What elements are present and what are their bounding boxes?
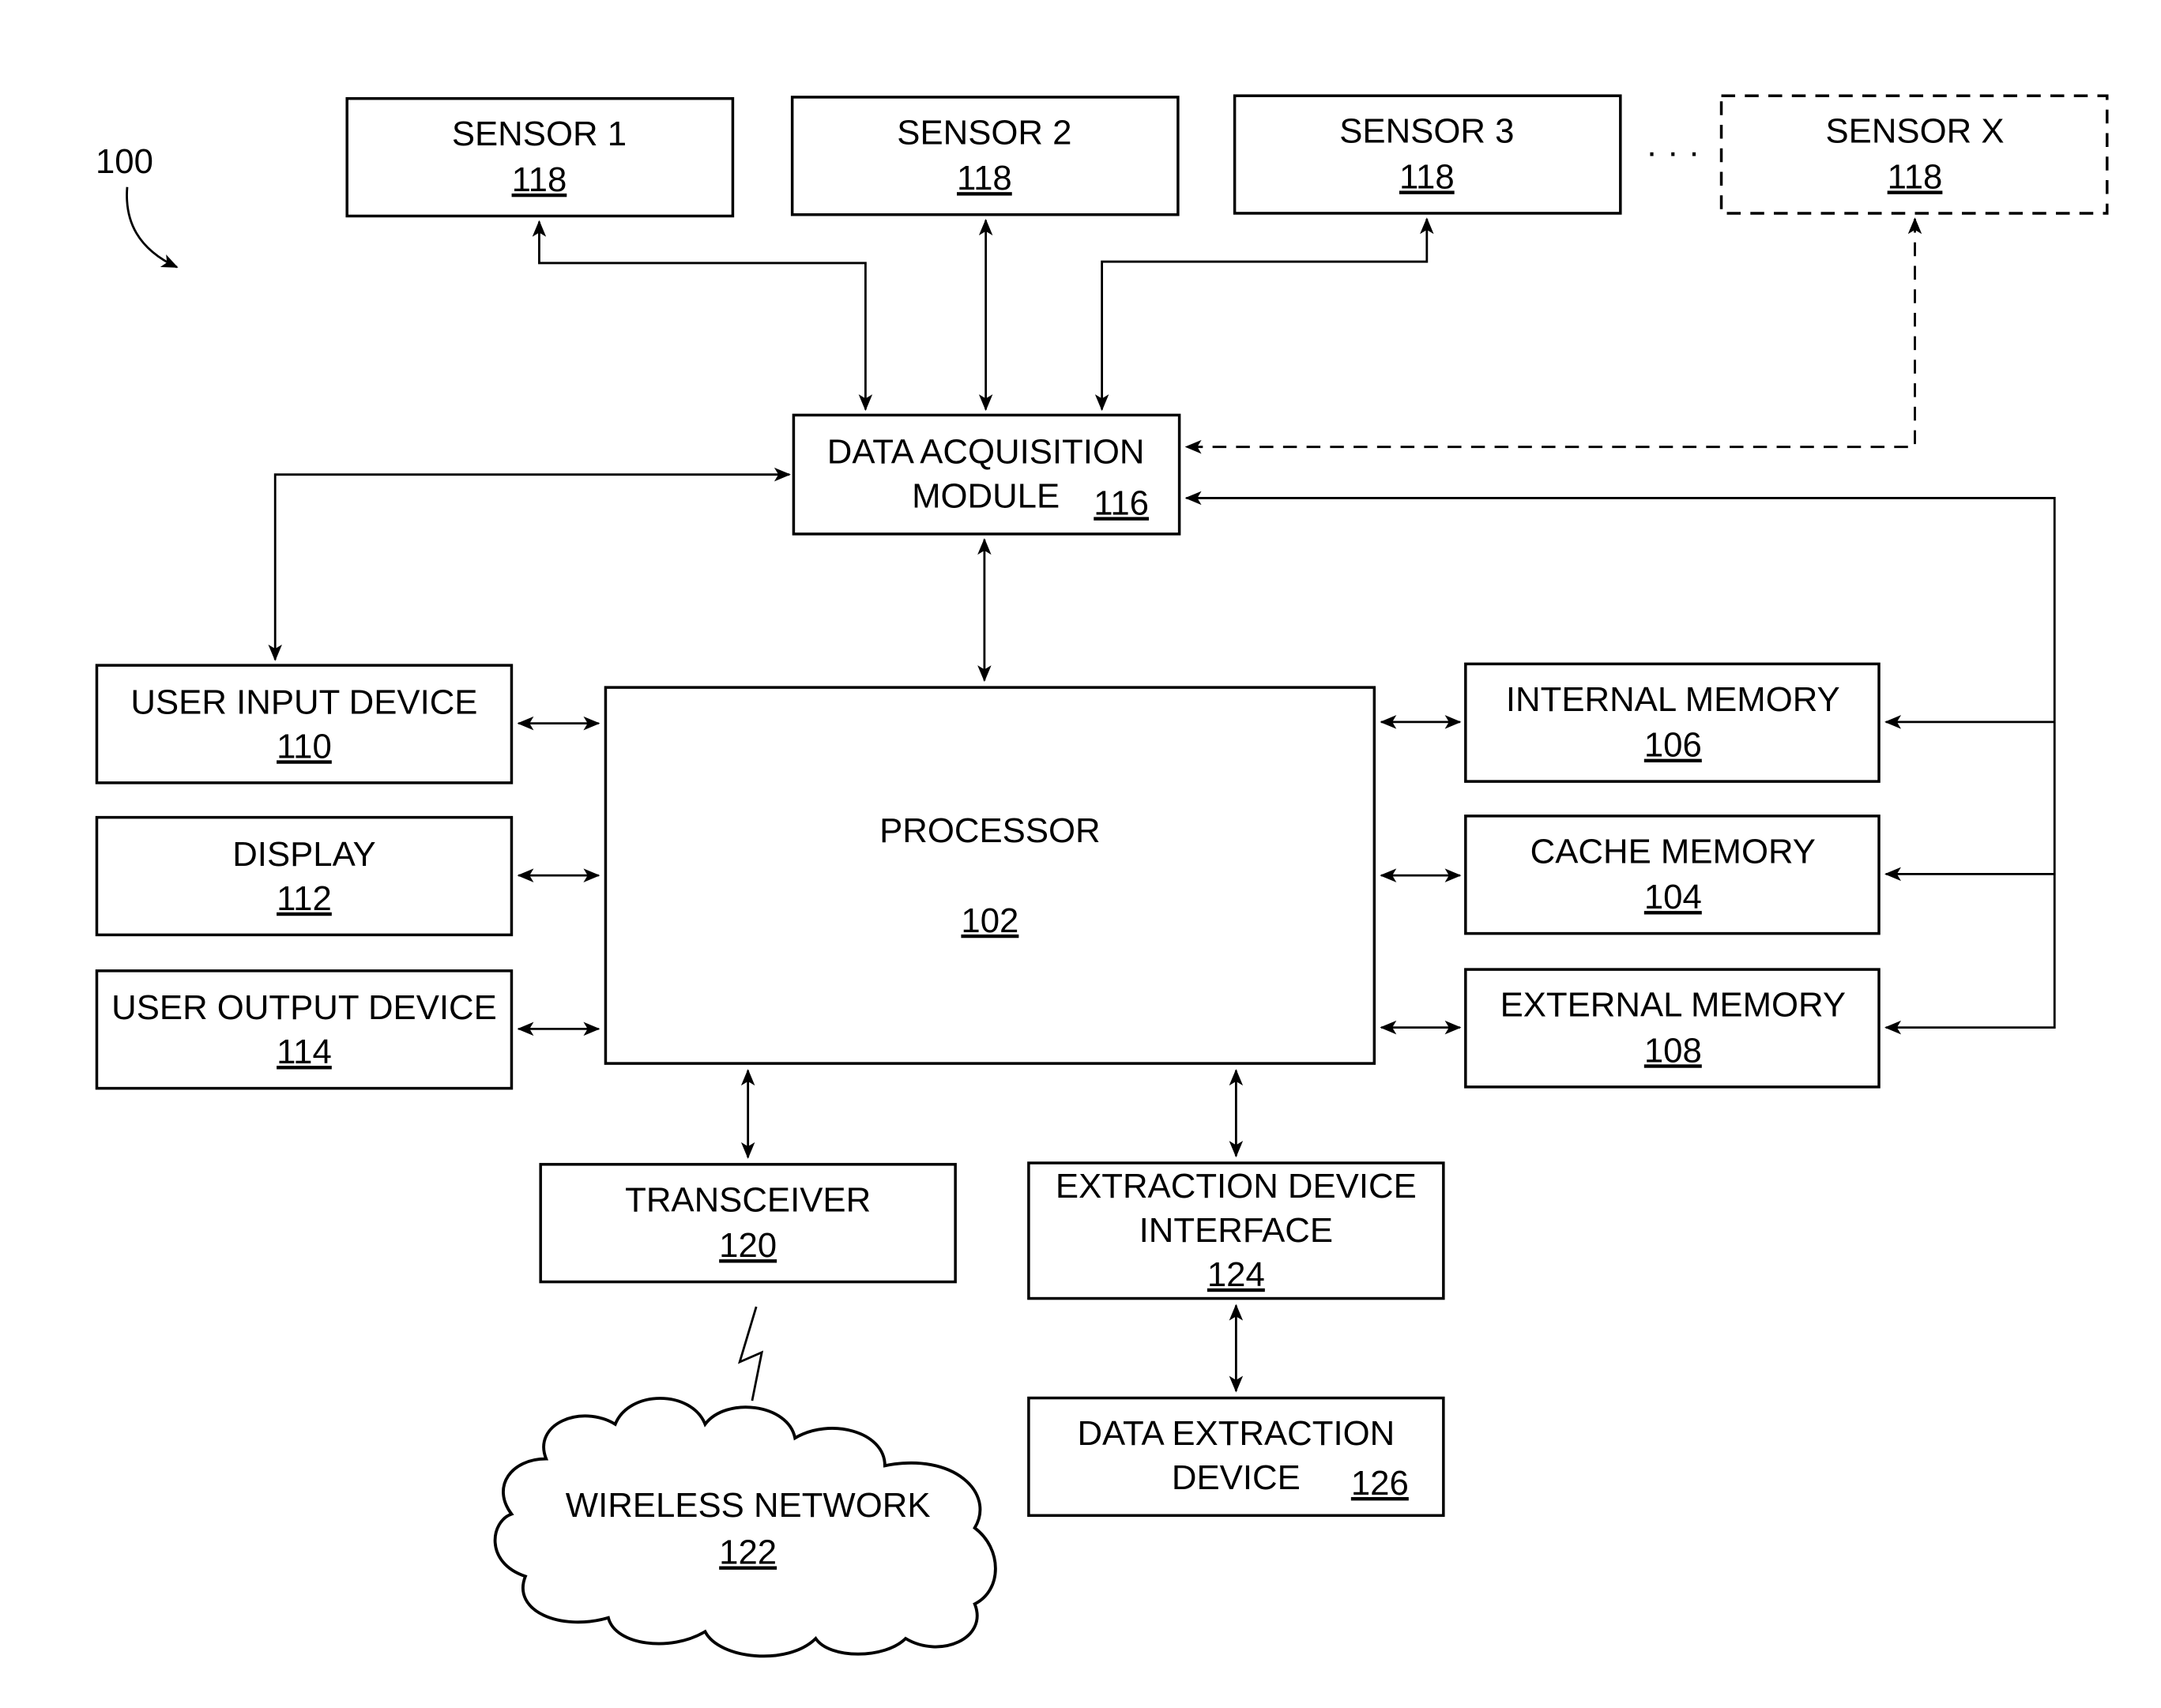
transceiver-label: TRANSCEIVER [625, 1180, 871, 1219]
cache-memory-block: CACHE MEMORY 104 [1464, 814, 1881, 935]
extraction-interface-ref: 124 [1207, 1255, 1265, 1294]
extraction-device-interface-block: EXTRACTION DEVICE INTERFACE 124 [1027, 1161, 1445, 1300]
user-input-device-label: USER INPUT DEVICE [130, 683, 477, 721]
user-output-device-block: USER OUTPUT DEVICE 114 [95, 969, 514, 1090]
wireless-network-cloud: WIRELESS NETWORK 122 [493, 1397, 997, 1658]
cache-memory-label: CACHE MEMORY [1530, 832, 1816, 871]
sensor-3-label: SENSOR 3 [1339, 112, 1514, 151]
user-output-device-ref: 114 [277, 1033, 332, 1071]
internal-memory-ref: 106 [1644, 726, 1702, 765]
wireless-network-label: WIRELESS NETWORK [566, 1486, 931, 1525]
data-extraction-device-ref: 126 [1351, 1464, 1409, 1503]
internal-memory-label: INTERNAL MEMORY [1506, 680, 1840, 719]
figure-reference-label: 100 [96, 142, 153, 181]
user-input-device-block: USER INPUT DEVICE 110 [95, 664, 514, 784]
display-label: DISPLAY [232, 835, 376, 874]
external-memory-ref: 108 [1644, 1031, 1702, 1070]
transceiver-ref: 120 [719, 1226, 777, 1265]
connector-sensor-1 [532, 220, 873, 412]
sensor-1-ref: 118 [512, 160, 567, 199]
sensor-x-ref: 118 [1888, 157, 1943, 196]
internal-memory-block: INTERNAL MEMORY 106 [1464, 662, 1881, 783]
sensor-x-label: SENSOR X [1826, 112, 2005, 151]
sensor-x-block: SENSOR X 118 [1719, 94, 2109, 215]
sensor-2-block: SENSOR 2 118 [790, 96, 1180, 216]
sensor-1-label: SENSOR 1 [452, 115, 627, 153]
processor-label: PROCESSOR [879, 811, 1100, 850]
data-extraction-device-label-line1: DATA EXTRACTION [1077, 1414, 1395, 1453]
data-extraction-device-block: DATA EXTRACTION DEVICE 126 [1027, 1396, 1445, 1518]
sensor-2-label: SENSOR 2 [897, 113, 1071, 152]
processor-ref: 102 [961, 901, 1018, 940]
wireless-link-icon [737, 1306, 764, 1401]
cloud-icon [493, 1397, 997, 1658]
processor-block: PROCESSOR 102 [604, 686, 1376, 1065]
data-extraction-device-label-line2: DEVICE [1172, 1458, 1301, 1497]
data-acquisition-label-line1: DATA ACQUISITION [827, 433, 1145, 472]
sensor-1-block: SENSOR 1 118 [345, 96, 735, 218]
connector-daq-user-input [268, 467, 791, 661]
transceiver-block: TRANSCEIVER 120 [539, 1163, 957, 1284]
display-block: DISPLAY 112 [95, 815, 514, 937]
connector-sensor-3 [1094, 217, 1434, 412]
connector-sensor-x [1184, 217, 1922, 454]
data-acquisition-ref: 116 [1094, 483, 1149, 522]
extraction-interface-label-line1: EXTRACTION DEVICE [1056, 1167, 1417, 1206]
figure-reference: 100 [96, 142, 179, 269]
wireless-network-ref: 122 [719, 1533, 777, 1572]
sensor-ellipsis: · · · [1646, 133, 1700, 171]
user-output-device-label: USER OUTPUT DEVICE [111, 988, 497, 1027]
sensor-2-ref: 118 [957, 159, 1012, 198]
external-memory-label: EXTERNAL MEMORY [1500, 986, 1846, 1025]
block-diagram: 100 SENSOR 1 118 SENSOR 2 118 SENSOR 3 1… [95, 94, 2109, 1658]
sensor-3-block: SENSOR 3 118 [1233, 94, 1622, 215]
user-input-device-ref: 110 [277, 727, 332, 766]
external-memory-block: EXTERNAL MEMORY 108 [1464, 968, 1881, 1089]
extraction-interface-label-line2: INTERFACE [1139, 1211, 1333, 1250]
sensor-3-ref: 118 [1399, 157, 1455, 196]
cache-memory-ref: 104 [1644, 878, 1702, 916]
figure-reference-arrow [126, 186, 179, 269]
data-acquisition-label-line2: MODULE [912, 477, 1060, 516]
display-ref: 112 [277, 879, 332, 918]
data-acquisition-module-block: DATA ACQUISITION MODULE 116 [792, 413, 1181, 536]
